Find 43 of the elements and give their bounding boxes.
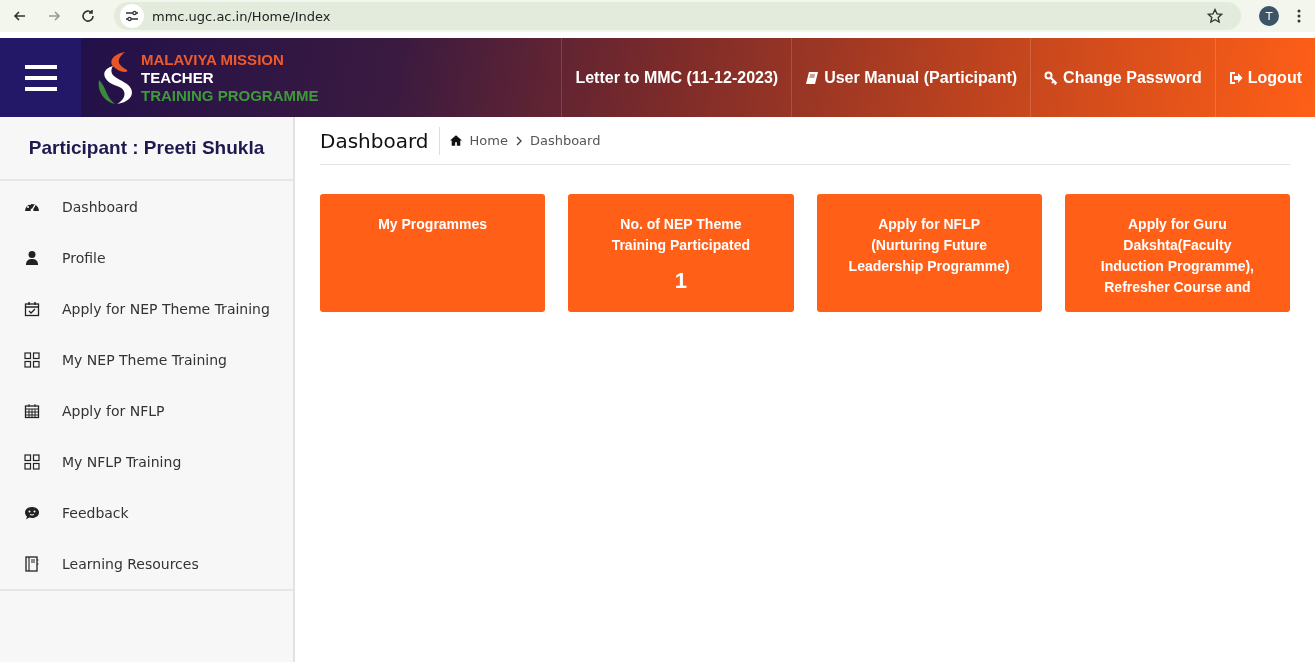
page-title: Dashboard [320, 126, 440, 155]
user-icon [24, 249, 40, 266]
nav-link[interactable]: Letter to MMC (11-12-2023) [561, 38, 792, 117]
card-title: Apply for NFLP (Nurturing Future Leadership Programme) [847, 215, 1011, 276]
sidebar-item[interactable]: Apply for NEP Theme Training [0, 283, 293, 334]
logout-icon [1228, 70, 1243, 85]
sidebar-item[interactable]: My NFLP Training [0, 436, 293, 487]
calendar-icon [24, 402, 40, 419]
address-bar[interactable]: mmc.ugc.ac.in/Home/Index [114, 2, 1241, 30]
card-title: No. of NEP Theme Training Participated [610, 215, 752, 255]
chevron-right-icon [515, 135, 522, 146]
sidebar-item[interactable]: My NEP Theme Training [0, 334, 293, 385]
card-title: Apply for Guru Dakshta(Faculty Induction Programme), Refresher Course and [1099, 215, 1255, 297]
card-title: My Programmes [378, 215, 488, 234]
book-icon [805, 70, 820, 85]
sidebar-item[interactable]: Feedback [0, 487, 293, 538]
menu-icon [24, 64, 57, 91]
breadcrumb-link[interactable]: Dashboard [529, 133, 601, 148]
home-icon [449, 135, 462, 146]
profile-avatar[interactable]: T [1259, 6, 1279, 26]
calendar-check-icon [24, 300, 40, 317]
key-icon [1044, 70, 1059, 85]
logo-text: TEACHER [141, 68, 215, 87]
notebook-icon [24, 555, 40, 572]
breadcrumb-link[interactable]: Home [469, 133, 508, 148]
chat-icon [24, 504, 40, 521]
logo-text: TRAINING PROGRAMME [141, 86, 319, 105]
card-count: 1 [674, 268, 687, 294]
site-settings-icon[interactable] [120, 4, 144, 28]
participant-name: Participant : Preeti Shukla [0, 117, 293, 181]
nav-link[interactable]: Change Password [1030, 38, 1215, 117]
bookmark-star-icon[interactable] [1207, 8, 1223, 24]
grid-icon [24, 351, 40, 368]
nav-link[interactable]: User Manual (Participant) [791, 38, 1031, 117]
menu-button[interactable] [0, 38, 81, 117]
reload-icon[interactable] [80, 8, 96, 24]
sidebar-item[interactable]: Dashboard [0, 181, 293, 232]
sidebar-item[interactable]: Apply for NFLP [0, 385, 293, 436]
grid-icon [24, 453, 40, 470]
sidebar-item[interactable]: Profile [0, 232, 293, 283]
sidebar-item[interactable]: Learning Resources [0, 538, 293, 589]
logo-text: MALAVIYA MISSION [141, 50, 285, 69]
more-menu-icon[interactable] [1297, 8, 1301, 24]
